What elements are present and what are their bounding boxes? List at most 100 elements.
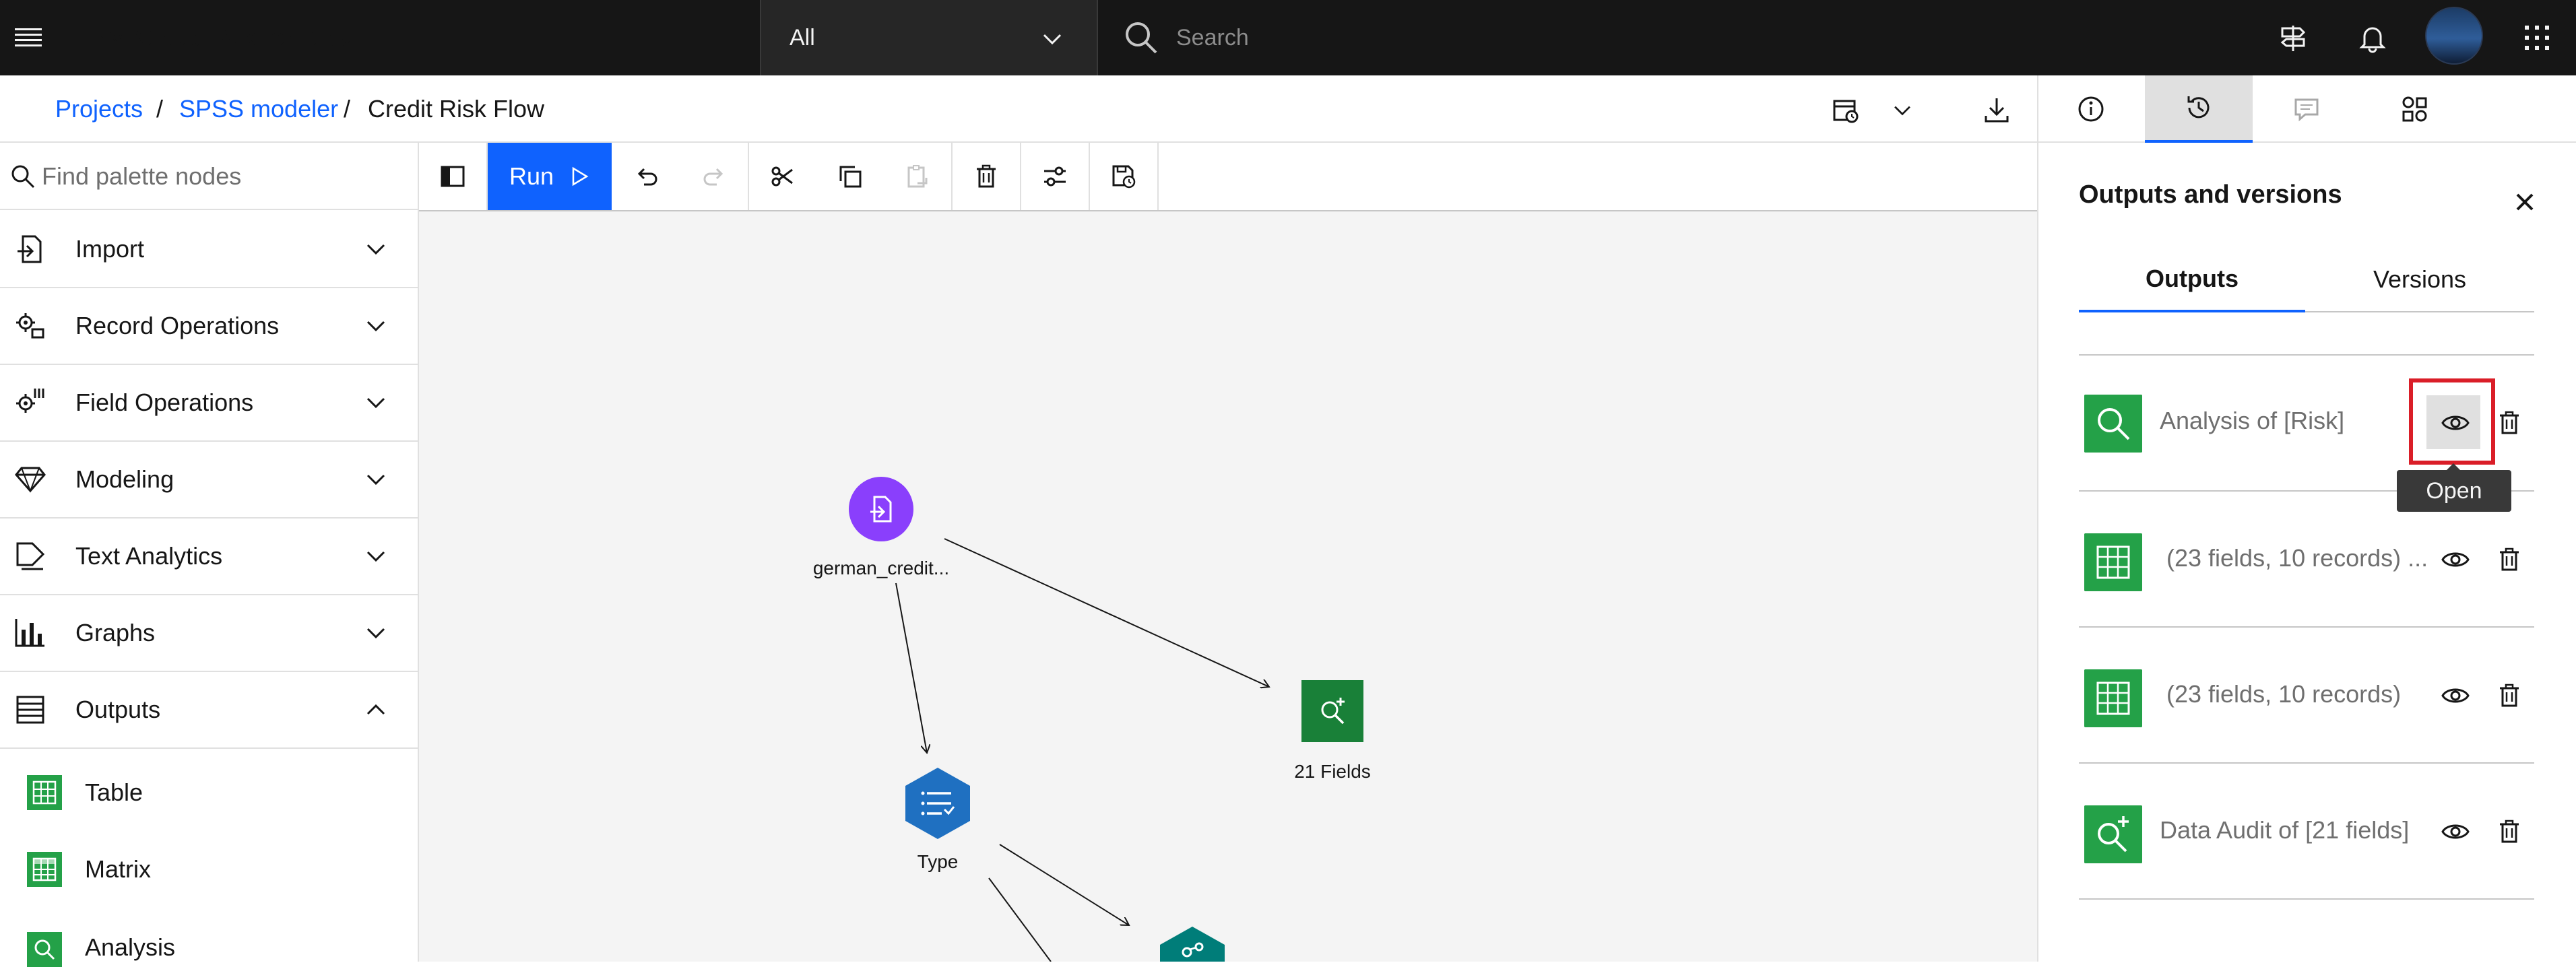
open-output-button[interactable] bbox=[2428, 668, 2483, 723]
chevron-down-icon bbox=[1043, 34, 1062, 45]
flow-settings-button[interactable] bbox=[1021, 143, 1089, 210]
trash-icon bbox=[2500, 820, 2519, 843]
eye-icon bbox=[2441, 688, 2470, 703]
trash-icon bbox=[2500, 683, 2519, 707]
palette-node-analysis[interactable]: Analysis bbox=[0, 908, 419, 967]
delete-output-button[interactable] bbox=[2482, 804, 2537, 859]
flow-node-import[interactable] bbox=[849, 477, 913, 541]
signpost-icon bbox=[2280, 26, 2306, 51]
tab-outputs-versions[interactable] bbox=[2145, 75, 2253, 143]
copy-button[interactable] bbox=[816, 143, 884, 210]
run-flow-button[interactable]: Run bbox=[488, 143, 612, 210]
download-button[interactable] bbox=[1968, 82, 2025, 139]
delete-output-button[interactable] bbox=[2482, 668, 2537, 723]
breadcrumb-projects[interactable]: Projects bbox=[55, 75, 143, 143]
data-audit-icon bbox=[2084, 805, 2142, 863]
chevron-down-icon bbox=[366, 244, 385, 255]
download-icon bbox=[1985, 98, 2009, 123]
tab-info[interactable] bbox=[2037, 75, 2145, 143]
output-row[interactable]: (23 fields, 10 records) ... bbox=[2079, 492, 2534, 628]
modeling-icon bbox=[15, 467, 46, 493]
palette-category-graphs[interactable]: Graphs bbox=[0, 595, 419, 672]
tab-comments[interactable] bbox=[2253, 75, 2360, 143]
highlight-box bbox=[2409, 378, 2495, 465]
app-switcher-button[interactable] bbox=[2499, 0, 2575, 75]
flow-node-data-audit[interactable] bbox=[1301, 680, 1363, 742]
delete-button[interactable] bbox=[953, 143, 1020, 210]
schedule-flow-button[interactable] bbox=[1817, 82, 1874, 139]
flow-link[interactable] bbox=[988, 877, 1052, 962]
menu-icon bbox=[15, 28, 42, 46]
scissors-icon bbox=[771, 166, 793, 187]
bell-icon bbox=[2359, 27, 2386, 53]
trash-icon bbox=[977, 164, 996, 188]
cut-button[interactable] bbox=[749, 143, 816, 210]
run-button-label: Run bbox=[509, 162, 554, 190]
palette-category-label: Field Operations bbox=[75, 389, 254, 416]
palette-category-label: Outputs bbox=[75, 696, 161, 723]
global-search-input[interactable] bbox=[1175, 18, 2185, 58]
palette-category-label: Record Operations bbox=[75, 312, 280, 339]
output-label: Data Audit of [21 fields] bbox=[2160, 816, 2410, 844]
settings-adjust-icon bbox=[1044, 166, 1066, 187]
whats-new-button[interactable] bbox=[2255, 0, 2331, 75]
palette-category-record-operations[interactable]: Record Operations bbox=[0, 288, 419, 365]
breadcrumb-spss-modeler[interactable]: SPSS modeler bbox=[179, 75, 338, 143]
tab-assets[interactable] bbox=[2360, 75, 2468, 143]
output-label: (23 fields, 10 records) ... bbox=[2166, 544, 2428, 572]
schedule-menu-button[interactable] bbox=[1874, 82, 1931, 139]
breadcrumb-current-flow: Credit Risk Flow bbox=[368, 95, 545, 123]
table-icon bbox=[27, 775, 62, 810]
palette-category-text-analytics[interactable]: Text Analytics bbox=[0, 519, 419, 595]
flow-node-label: 21 Fields bbox=[1294, 761, 1371, 782]
palette-node-matrix[interactable]: Matrix bbox=[0, 831, 419, 908]
toggle-palette-button[interactable] bbox=[419, 143, 486, 210]
palette-node-table[interactable]: Table bbox=[0, 754, 419, 831]
paste-icon bbox=[907, 165, 928, 188]
text-analytics-icon bbox=[16, 542, 45, 570]
product-brand[interactable]: IBM Cloud Pak for Data bbox=[84, 0, 354, 75]
palette-category-modeling[interactable]: Modeling bbox=[0, 442, 419, 519]
tab-outputs[interactable]: Outputs bbox=[2079, 248, 2305, 312]
chevron-down-icon bbox=[1894, 106, 1910, 116]
flow-node-label: german_credit... bbox=[812, 558, 950, 578]
undo-button[interactable] bbox=[613, 143, 680, 210]
palette-category-label: Import bbox=[75, 235, 145, 263]
redo-button[interactable] bbox=[680, 143, 748, 210]
trash-icon bbox=[2500, 547, 2519, 571]
history-icon bbox=[2187, 96, 2210, 119]
open-output-button[interactable] bbox=[2428, 532, 2483, 587]
palette-category-outputs[interactable]: Outputs bbox=[0, 672, 419, 749]
palette-category-field-operations[interactable]: Field Operations bbox=[0, 365, 419, 442]
panel-title: Outputs and versions bbox=[2079, 180, 2342, 209]
flow-link[interactable] bbox=[944, 538, 1269, 687]
hamburger-menu-button[interactable] bbox=[0, 0, 57, 75]
breadcrumb-separator: / bbox=[344, 95, 351, 123]
tab-versions[interactable]: Versions bbox=[2305, 248, 2534, 312]
chevron-down-icon bbox=[366, 321, 385, 332]
redo-icon bbox=[703, 168, 723, 186]
paste-button[interactable] bbox=[884, 143, 951, 210]
eye-icon bbox=[2441, 552, 2470, 567]
user-avatar[interactable] bbox=[2425, 7, 2483, 65]
notifications-button[interactable] bbox=[2335, 0, 2410, 75]
record-operations-icon bbox=[16, 313, 44, 339]
brand-prefix: IBM bbox=[84, 24, 127, 51]
flow-node-type[interactable] bbox=[903, 766, 973, 840]
palette-search-input[interactable] bbox=[40, 152, 404, 201]
toolbar-divider bbox=[1157, 143, 1159, 210]
palette-category-import[interactable]: Import bbox=[0, 211, 419, 288]
close-panel-button[interactable] bbox=[2507, 185, 2542, 220]
flow-node-modeling[interactable] bbox=[1157, 925, 1227, 962]
delete-output-button[interactable] bbox=[2482, 532, 2537, 587]
output-row[interactable]: (23 fields, 10 records) bbox=[2079, 628, 2534, 764]
flow-link[interactable] bbox=[895, 582, 927, 753]
output-row[interactable]: Data Audit of [21 fields] bbox=[2079, 764, 2534, 900]
analysis-icon bbox=[27, 932, 62, 967]
flow-links bbox=[895, 538, 2037, 962]
flow-link[interactable] bbox=[999, 844, 1129, 925]
chat-icon bbox=[2294, 98, 2319, 122]
open-output-button[interactable] bbox=[2428, 804, 2483, 859]
chevron-down-icon bbox=[366, 551, 385, 562]
save-version-button[interactable] bbox=[1090, 143, 1157, 210]
